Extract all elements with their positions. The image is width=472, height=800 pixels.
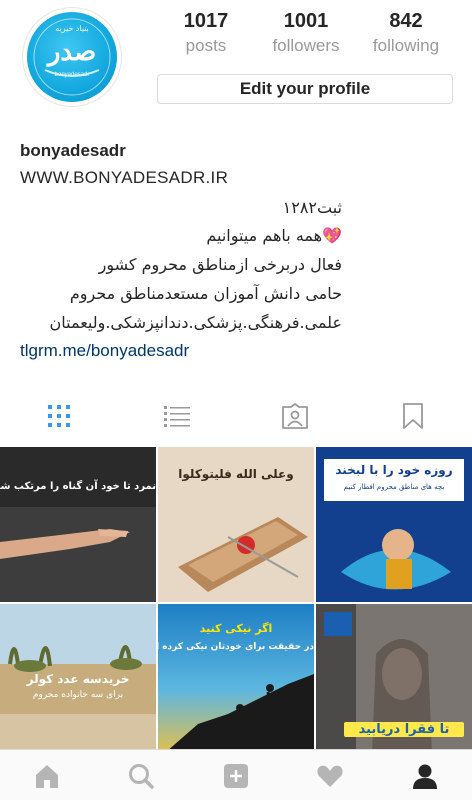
avatar-top-text: بنیاد خیریه xyxy=(55,24,89,33)
grid-icon xyxy=(48,405,70,427)
post-thumbnail[interactable]: نمرد تا خود آن گناه را مرتکب شود xyxy=(0,447,156,602)
post-caption: وعلى الله فليتوكلوا xyxy=(178,467,294,481)
bio-line-registration: ثبت۱۲۸۲ xyxy=(282,198,342,217)
home-icon xyxy=(36,764,58,788)
bio-line-slogan-text: همه باهم میتوانیم xyxy=(206,226,323,245)
profile-header: بنیاد خیریه صدر bonyadesadr 1017 posts 1… xyxy=(0,0,472,125)
profile-avatar[interactable]: بنیاد خیریه صدر bonyadesadr xyxy=(22,7,122,107)
nav-add-post[interactable] xyxy=(189,750,283,800)
posts-label: posts xyxy=(185,36,227,55)
post-caption: نمرد تا خود آن گناه را مرتکب شود xyxy=(0,481,156,492)
avatar-title: صدر xyxy=(47,37,97,67)
tab-saved[interactable] xyxy=(354,392,472,440)
nav-search[interactable] xyxy=(94,750,188,800)
heart-emoji-icon: 💖 xyxy=(322,226,342,245)
post-caption: روزه خود را با لبخند xyxy=(335,463,453,477)
bio-line-active: فعال دربرخی ازمناطق محروم کشور xyxy=(98,255,342,274)
post-caption-sub: بچه های مناطق محروم افطار کنیم xyxy=(343,483,445,491)
bookmark-icon xyxy=(403,403,423,429)
edit-profile-button[interactable]: Edit your profile xyxy=(157,74,453,104)
tab-list[interactable] xyxy=(118,392,236,440)
post-thumbnail[interactable]: روزه خود را با لبخند بچه های مناطق محروم… xyxy=(316,447,472,602)
followers-count: 1001 xyxy=(283,10,329,32)
post-caption: تا فقرا دریابید xyxy=(344,722,464,737)
following-count: 842 xyxy=(389,10,423,32)
nav-profile[interactable] xyxy=(378,750,472,800)
stat-following[interactable]: 842 following xyxy=(360,8,452,64)
profile-stats: 1017 posts 1001 followers 842 following xyxy=(160,8,452,64)
bio-line-support: حامی دانش آموزان مستعدمناطق محروم xyxy=(69,284,342,303)
nav-home[interactable] xyxy=(0,750,94,800)
following-label: following xyxy=(372,36,440,55)
telegram-link[interactable]: tlgrm.me/bonyadesadr xyxy=(20,338,189,364)
website-text: WWW.BONYADESADR.IR xyxy=(20,168,229,187)
profile-view-tabs xyxy=(0,392,472,440)
username: bonyadesadr xyxy=(20,141,126,160)
posts-count: 1017 xyxy=(183,10,229,32)
post-caption: خریدسه عدد کولر xyxy=(26,672,130,686)
posts-grid: نمرد تا خود آن گناه را مرتکب شود وعلى ال… xyxy=(0,447,472,759)
post-thumbnail[interactable]: تا فقرا دریابید xyxy=(316,604,472,759)
tab-tagged[interactable] xyxy=(236,392,354,440)
tagged-icon xyxy=(282,403,308,429)
bio-line-fields: علمی.فرهنگی.پزشکی.دندانپزشکی.ولیعمتان xyxy=(49,313,342,332)
post-thumbnail[interactable]: وعلى الله فليتوكلوا xyxy=(158,447,314,602)
stat-followers[interactable]: 1001 followers xyxy=(260,8,352,64)
followers-label: followers xyxy=(272,36,340,55)
avatar-logo: بنیاد خیریه صدر bonyadesadr xyxy=(27,12,117,102)
bottom-navigation xyxy=(0,749,472,800)
post-caption: اگر نیکی کنید xyxy=(199,622,273,635)
post-thumbnail[interactable]: خریدسه عدد کولر برای سه خانواده محروم xyxy=(0,604,156,759)
profile-icon xyxy=(413,764,437,789)
post-image xyxy=(0,447,156,602)
post-caption-sub: برای سه خانواده محروم xyxy=(32,690,124,700)
list-icon xyxy=(164,406,190,427)
nav-activity[interactable] xyxy=(283,750,377,800)
stat-posts[interactable]: 1017 posts xyxy=(160,8,252,64)
post-thumbnail[interactable]: اگر نیکی کنید در حقیقت برای خودتان نیکی … xyxy=(158,604,314,759)
bio-line-slogan: 💖همه باهم میتوانیم xyxy=(206,224,342,248)
add-post-icon xyxy=(224,763,248,788)
avatar-bottom-text: bonyadesadr xyxy=(54,72,90,78)
heart-icon xyxy=(317,765,343,787)
tab-grid[interactable] xyxy=(0,392,118,440)
search-icon xyxy=(129,763,154,789)
post-caption-sub: در حقیقت برای خودتان نیکی کرده اید xyxy=(158,642,314,652)
